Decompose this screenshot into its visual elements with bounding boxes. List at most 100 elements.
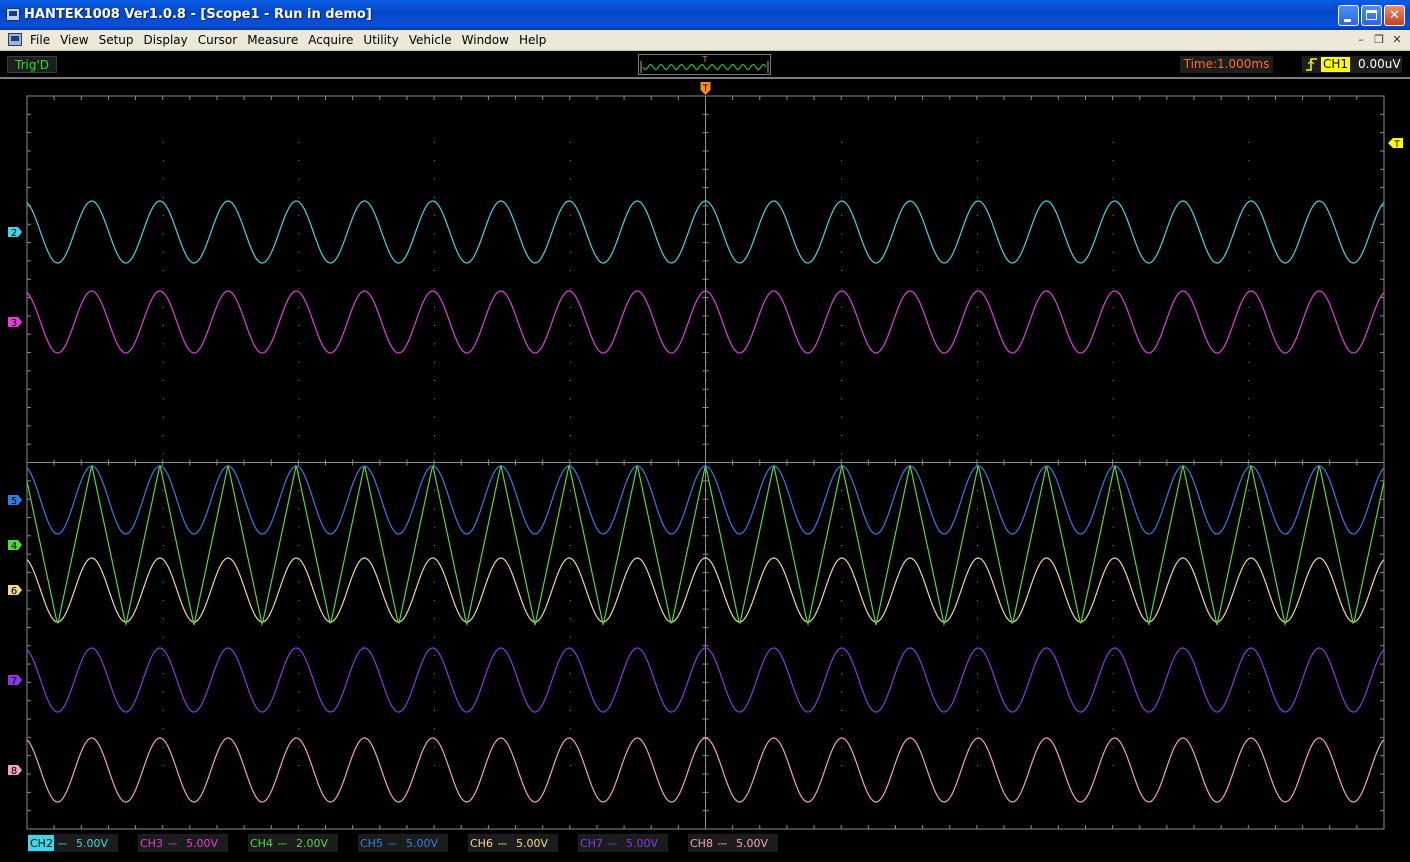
- menu-setup[interactable]: Setup: [99, 33, 134, 47]
- scale-box-ch6[interactable]: CH6 ⎓ 5.00V: [468, 834, 558, 852]
- trigger-source-label[interactable]: CH1: [1321, 57, 1351, 72]
- trigger-level-marker[interactable]: T: [1388, 138, 1403, 150]
- grid-dot: [298, 618, 300, 620]
- grid-dot: [1248, 435, 1250, 437]
- grid-dot: [298, 380, 300, 382]
- grid-dot: [841, 746, 843, 748]
- close-button[interactable]: ✕: [1384, 5, 1405, 26]
- grid-dot: [1248, 581, 1250, 583]
- menu-window[interactable]: Window: [462, 33, 509, 47]
- scale-box-ch4[interactable]: CH4 ⎓ 2.00V: [248, 834, 338, 852]
- grid-dot: [841, 325, 843, 327]
- grid-dot: [1248, 618, 1250, 620]
- grid-dot: [1248, 563, 1250, 565]
- menu-display[interactable]: Display: [144, 33, 188, 47]
- grid-dot: [162, 599, 164, 601]
- grid-dot: [162, 471, 164, 473]
- child-minimize-icon[interactable]: –: [1354, 33, 1368, 46]
- marker-label: 8: [11, 766, 17, 777]
- grid-dot: [569, 398, 571, 400]
- child-close-icon[interactable]: ✕: [1390, 33, 1404, 46]
- scale-box-ch7[interactable]: CH7 ⎓ 5.00V: [578, 834, 668, 852]
- menu-cursor[interactable]: Cursor: [198, 33, 237, 47]
- grid-dot: [1112, 453, 1114, 455]
- grid-dot: [298, 343, 300, 345]
- channel-marker-ch4[interactable]: 4: [8, 540, 22, 552]
- menu-measure[interactable]: Measure: [247, 33, 298, 47]
- grid-dot: [841, 288, 843, 290]
- grid-dot: [298, 709, 300, 711]
- grid-dot: [841, 196, 843, 198]
- scale-box-ch2[interactable]: CH2 ⎓ 5.00V: [28, 834, 118, 852]
- grid-dot: [705, 416, 707, 418]
- document-icon[interactable]: [8, 33, 22, 46]
- grid-dot: [841, 508, 843, 510]
- grid-dot: [1112, 654, 1114, 656]
- grid-dot: [705, 288, 707, 290]
- scale-channel-id: CH6: [470, 837, 493, 850]
- grid-dot: [162, 563, 164, 565]
- scope-display[interactable]: 2345678 TT CH2 ⎓ 5.00V CH3 ⎓ 5.00V CH4 ⎓ 2.00V CH…: [0, 79, 1410, 862]
- grid-dot: [434, 453, 436, 455]
- grid-dot: [841, 160, 843, 162]
- timebase-readout[interactable]: Time:1.000ms: [1180, 56, 1273, 73]
- grid-dot: [1112, 306, 1114, 308]
- grid-dot: [1112, 380, 1114, 382]
- grid-dot: [434, 306, 436, 308]
- trigger-level-label[interactable]: 0.00uV: [1358, 57, 1401, 72]
- horizontal-trigger-marker[interactable]: T: [700, 82, 711, 95]
- grid-dot: [841, 435, 843, 437]
- trigger-position-preview[interactable]: T: [638, 54, 771, 75]
- grid-dot: [434, 709, 436, 711]
- graticule: [26, 95, 1385, 830]
- grid-dot: [162, 251, 164, 253]
- grid-dot: [162, 618, 164, 620]
- scale-value: 5.00V: [626, 837, 658, 850]
- channel-marker-ch5[interactable]: 5: [8, 495, 22, 507]
- scale-box-ch3[interactable]: CH3 ⎓ 5.00V: [138, 834, 228, 852]
- menu-acquire[interactable]: Acquire: [308, 33, 353, 47]
- close-icon: ✕: [1389, 8, 1400, 23]
- grid-dot: [841, 343, 843, 345]
- grid-dot: [1112, 544, 1114, 546]
- child-restore-icon[interactable]: ❐: [1372, 33, 1386, 46]
- grid-dot: [434, 270, 436, 272]
- channel-marker-ch2[interactable]: 2: [8, 227, 22, 239]
- grid-dot: [841, 673, 843, 675]
- menu-utility[interactable]: Utility: [363, 33, 398, 47]
- channel-marker-ch6[interactable]: 6: [8, 585, 22, 597]
- channel-marker-ch7[interactable]: 7: [8, 675, 22, 687]
- scale-box-ch5[interactable]: CH5 ⎓ 5.00V: [358, 834, 448, 852]
- grid-dot: [434, 563, 436, 565]
- menu-vehicle[interactable]: Vehicle: [409, 33, 452, 47]
- waveform-plot[interactable]: 2345678 TT CH2 ⎓ 5.00V CH3 ⎓ 5.00V CH4 ⎓ 2.00V CH…: [0, 79, 1410, 862]
- grid-dot: [569, 581, 571, 583]
- menu-file[interactable]: File: [30, 33, 50, 47]
- grid-dot: [976, 416, 978, 418]
- grid-dot: [841, 599, 843, 601]
- channel-marker-ch8[interactable]: 8: [8, 765, 22, 777]
- trigger-markers: TT: [700, 82, 1403, 150]
- scale-channel-id: CH5: [360, 837, 383, 850]
- channel-marker-ch3[interactable]: 3: [8, 317, 22, 329]
- grid-dot: [434, 288, 436, 290]
- grid-dot: [976, 288, 978, 290]
- grid-dot: [298, 471, 300, 473]
- grid-dot: [162, 489, 164, 491]
- grid-dot: [434, 361, 436, 363]
- grid-dot: [841, 141, 843, 143]
- grid-dot: [569, 343, 571, 345]
- maximize-button[interactable]: [1361, 5, 1382, 26]
- grid-dot: [976, 709, 978, 711]
- grid-dot: [841, 251, 843, 253]
- grid-dot: [1112, 325, 1114, 327]
- menu-help[interactable]: Help: [519, 33, 546, 47]
- grid-dot: [705, 654, 707, 656]
- menu-view[interactable]: View: [60, 33, 88, 47]
- grid-dot: [298, 673, 300, 675]
- grid-dot: [705, 343, 707, 345]
- grid-dot: [298, 453, 300, 455]
- grid-dot: [976, 251, 978, 253]
- minimize-button[interactable]: [1338, 5, 1359, 26]
- scale-box-ch8[interactable]: CH8 ⎓ 5.00V: [688, 834, 778, 852]
